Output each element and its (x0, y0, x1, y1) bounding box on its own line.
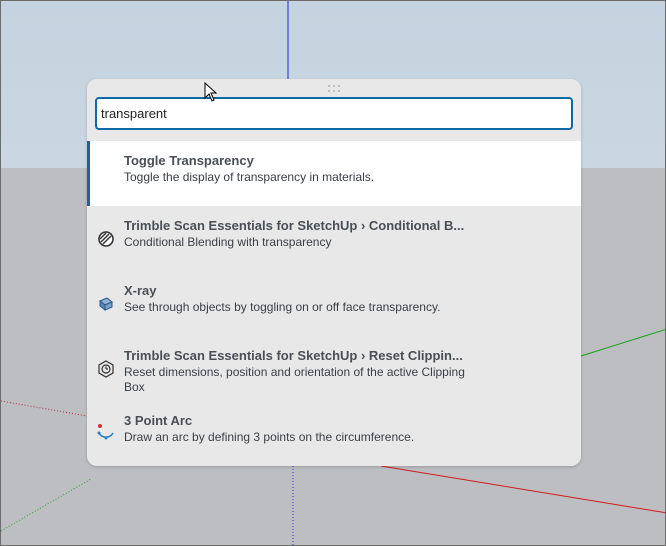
result-reset-clipping-box[interactable]: Trimble Scan Essentials for SketchUp › R… (87, 336, 581, 401)
result-3-point-arc[interactable]: 3 Point Arc Draw an arc by defining 3 po… (87, 401, 581, 466)
result-title: Trimble Scan Essentials for SketchUp › C… (124, 218, 465, 233)
result-xray[interactable]: X-ray See through objects by toggling on… (87, 271, 581, 336)
result-title: 3 Point Arc (124, 413, 193, 428)
3d-viewport[interactable]: Toggle Transparency Toggle the display o… (0, 0, 666, 546)
result-title: Toggle Transparency (124, 153, 254, 168)
xray-cube-icon (99, 297, 113, 312)
result-title: X-ray (124, 283, 157, 298)
drag-grip-icon[interactable] (327, 84, 341, 94)
result-description: See through objects by toggling on or of… (124, 300, 441, 314)
search-input[interactable] (97, 99, 571, 128)
result-title: Trimble Scan Essentials for SketchUp › R… (124, 348, 463, 363)
mouse-cursor-icon (204, 82, 218, 102)
reset-clipping-box-icon (98, 360, 114, 378)
result-description: Draw an arc by defining 3 points on the … (124, 430, 415, 444)
search-box (95, 97, 573, 130)
result-description: Reset dimensions, position and orientati… (124, 365, 465, 394)
command-search-palette: Toggle Transparency Toggle the display o… (87, 79, 581, 466)
green-axis (580, 329, 665, 357)
three-point-arc-icon (97, 424, 114, 440)
red-axis (380, 465, 665, 514)
result-description: Toggle the display of transparency in ma… (124, 170, 375, 184)
result-toggle-transparency[interactable]: Toggle Transparency Toggle the display o… (87, 141, 581, 206)
result-description: Conditional Blending with transparency (124, 235, 332, 249)
red-axis-dotted (1, 400, 88, 417)
result-conditional-blending[interactable]: Trimble Scan Essentials for SketchUp › C… (87, 206, 581, 271)
green-axis-dotted (1, 478, 92, 532)
conditional-blending-icon (98, 231, 114, 247)
